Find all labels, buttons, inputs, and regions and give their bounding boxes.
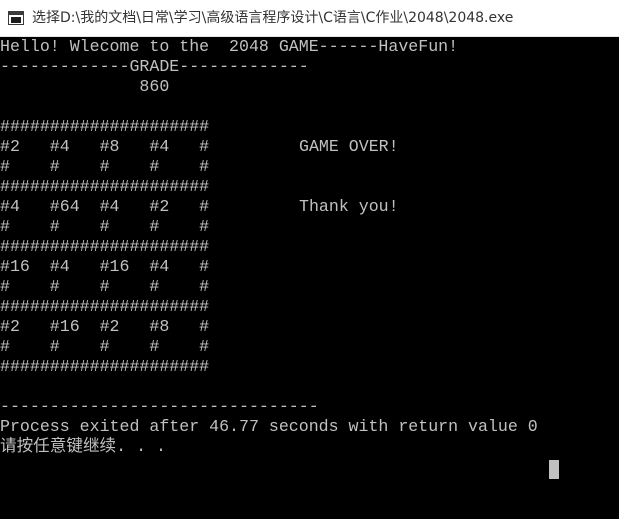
separator-line: -------------------------------- [0,397,319,416]
board-border-bottom: ##################### [0,357,210,376]
press-any-key-prompt: 请按任意键继续. . . [0,437,166,456]
console-app-icon[interactable] [8,11,24,25]
console-window: 选择D:\我的文档\日常\学习\高级语言程序设计\C语言\C作业\2048\20… [0,0,619,519]
window-title: 选择D:\我的文档\日常\学习\高级语言程序设计\C语言\C作业\2048\20… [32,10,514,26]
icon-screen [11,17,21,23]
board-row-1-values: #2 #4 #8 #4 # [0,137,210,156]
board-row-1-filler: # # # # # [0,157,210,176]
game-over-message: GAME OVER! [299,137,399,156]
board-row-3-values: #16 #4 #16 #4 # [0,257,210,276]
greeting-line: Hello! Wlecome to the 2048 GAME------Hav… [0,37,459,56]
board-row-4-filler: # # # # # [0,337,210,356]
icon-title-strip [9,12,23,15]
board-border-2: ##################### [0,237,210,256]
title-bar[interactable]: 选择D:\我的文档\日常\学习\高级语言程序设计\C语言\C作业\2048\20… [0,0,619,37]
grade-rule: -------------GRADE------------- [0,57,309,76]
text-cursor [549,460,559,479]
console-output[interactable]: Hello! Wlecome to the 2048 GAME------Hav… [0,37,619,519]
board-row-2-values: #4 #64 #4 #2 # [0,197,210,216]
grade-value: 860 [0,77,170,96]
thank-you-message: Thank you! [299,197,399,216]
board-border-3: ##################### [0,297,210,316]
board-row-2-filler: # # # # # [0,217,210,236]
board-row-4-values: #2 #16 #2 #8 # [0,317,210,336]
board-row-3-filler: # # # # # [0,277,210,296]
board-border-top: ##################### [0,117,210,136]
board-border-1: ##################### [0,177,210,196]
process-exit-line: Process exited after 46.77 seconds with … [0,417,538,436]
